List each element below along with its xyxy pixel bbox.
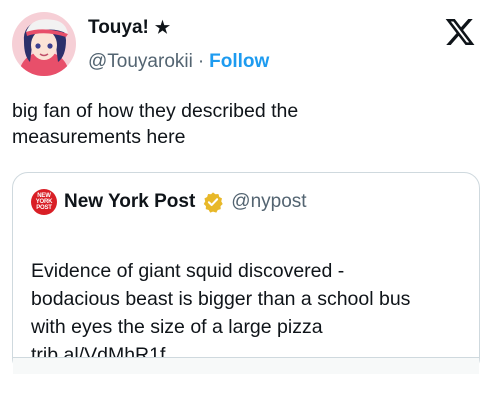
author-handle[interactable]: @Touyarokii — [88, 50, 193, 74]
quote-tweet-card[interactable]: NEW YORK POST New York Post @nypost Evid… — [12, 172, 480, 374]
quote-text: Evidence of giant squid discovered - bod… — [31, 260, 411, 338]
quote-handle[interactable]: @nypost — [231, 190, 306, 214]
quote-media-preview[interactable] — [13, 357, 479, 374]
x-logo-icon[interactable] — [444, 16, 476, 48]
quote-display-name[interactable]: New York Post — [64, 190, 195, 214]
quote-header: NEW YORK POST New York Post @nypost — [31, 189, 307, 215]
author-name-row[interactable]: Touya! ★ — [88, 16, 170, 40]
anime-avatar-icon — [12, 12, 76, 76]
avatar[interactable] — [12, 12, 76, 76]
tweet-text: big fan of how they described the measur… — [12, 100, 299, 148]
nypost-logo-icon: NEW YORK POST — [31, 189, 57, 215]
author-handle-row: @Touyarokii · Follow — [88, 50, 269, 74]
follow-button[interactable]: Follow — [209, 50, 269, 74]
author-display-name[interactable]: Touya! — [88, 16, 149, 40]
star-icon: ★ — [154, 18, 171, 37]
verified-badge-icon — [204, 192, 224, 213]
separator-dot: · — [197, 51, 205, 72]
